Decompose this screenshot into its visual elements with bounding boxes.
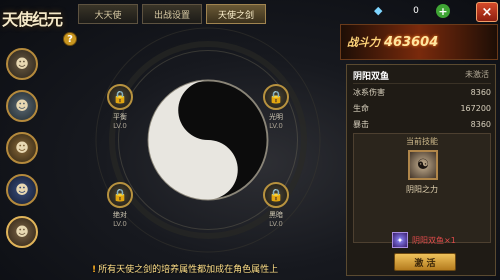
skill-title: 阴阳双鱼	[353, 72, 390, 82]
item-label: 阴阳双鱼×1	[412, 235, 456, 245]
stat-label: 冰系伤害	[353, 87, 385, 97]
hero-avatar-3[interactable]: ☻	[6, 132, 38, 164]
hero-face-icon: ☻	[15, 98, 29, 114]
bonus-tip: ! 所有天使之剑的培养属性都加成在角色属性上	[92, 262, 278, 275]
diamond-count: 0	[413, 6, 419, 16]
slot-light-name: 光明	[269, 113, 283, 121]
tab-archangel[interactable]: 大天使	[78, 4, 138, 24]
combat-power-value: 463604	[384, 34, 439, 50]
stat-row-hp: 生命 167200	[353, 101, 491, 115]
tab-angel-sword[interactable]: 天使之剑	[206, 4, 266, 24]
stat-row-crit: 暴击 8360	[353, 117, 491, 131]
hero-avatar-2[interactable]: ☻	[6, 90, 38, 122]
stat-label: 生命	[353, 103, 369, 113]
close-button[interactable]: ×	[476, 2, 498, 22]
currency-bar: ◆ 0 + ×	[350, 2, 500, 22]
tip-text: 所有天使之剑的培养属性都加成在角色属性上	[98, 265, 279, 275]
lock-icon: 🔒	[107, 84, 133, 110]
warning-icon: !	[92, 265, 97, 275]
combat-power-label: 战斗力	[347, 36, 380, 49]
tab-battle-setup[interactable]: 出战设置	[142, 4, 202, 24]
yin-yang-fish-icon	[147, 79, 269, 201]
slot-light[interactable]: 🔒 光明 LV.0	[256, 84, 296, 130]
game-logo: 天使纪元	[2, 10, 63, 29]
stat-value: 8360	[470, 87, 491, 97]
slot-balance-level: LV.0	[113, 122, 127, 130]
slot-absolute-level: LV.0	[113, 220, 127, 228]
hero-list: ☻ ☻ ☻ ☻ ☻	[6, 48, 40, 258]
hero-face-icon: ☻	[15, 56, 29, 72]
lock-icon: 🔒	[107, 182, 133, 208]
slot-absolute[interactable]: 🔒 绝对 LV.0	[100, 182, 140, 228]
required-item: ✦ 阴阳双鱼×1	[392, 232, 456, 248]
yin-yang-skill-icon[interactable]: ☯	[408, 150, 438, 180]
current-skill-box: 当前技能 ☯ 阴阳之力	[353, 133, 491, 243]
help-button[interactable]: ?	[63, 32, 77, 46]
hero-avatar-4[interactable]: ☻	[6, 174, 38, 206]
divider	[353, 83, 491, 84]
stat-row-ice-damage: 冰系伤害 8360	[353, 85, 491, 99]
hero-face-icon: ☻	[15, 224, 29, 240]
activation-status: 未激活	[465, 70, 489, 79]
activate-button[interactable]: 激 活	[394, 253, 456, 271]
slot-dark[interactable]: 🔒 黑暗 LV.0	[256, 182, 296, 228]
hero-avatar-5[interactable]: ☻	[6, 216, 38, 248]
add-diamond-button[interactable]: +	[436, 4, 450, 18]
stat-value: 167200	[460, 103, 491, 113]
hero-avatar-1[interactable]: ☻	[6, 48, 38, 80]
slot-balance[interactable]: 🔒 平衡 LV.0	[100, 84, 140, 130]
item-icon[interactable]: ✦	[392, 232, 408, 248]
lock-icon: 🔒	[263, 84, 289, 110]
current-skill-name: 阴阳之力	[406, 185, 438, 194]
tab-bar: 大天使 出战设置 天使之剑	[78, 4, 266, 24]
combat-power-bar: 战斗力 463604	[340, 24, 498, 60]
hero-face-icon: ☻	[15, 182, 29, 198]
slot-dark-level: LV.0	[269, 220, 283, 228]
slot-absolute-name: 绝对	[113, 211, 127, 219]
stat-value: 8360	[470, 119, 491, 129]
slot-dark-name: 黑暗	[269, 211, 283, 219]
current-skill-title: 当前技能	[406, 137, 438, 146]
stat-label: 暴击	[353, 119, 369, 129]
slot-balance-name: 平衡	[113, 113, 127, 121]
diamond-icon: ◆	[374, 4, 383, 17]
slot-light-level: LV.0	[269, 122, 283, 130]
hero-face-icon: ☻	[15, 140, 29, 156]
lock-icon: 🔒	[263, 182, 289, 208]
